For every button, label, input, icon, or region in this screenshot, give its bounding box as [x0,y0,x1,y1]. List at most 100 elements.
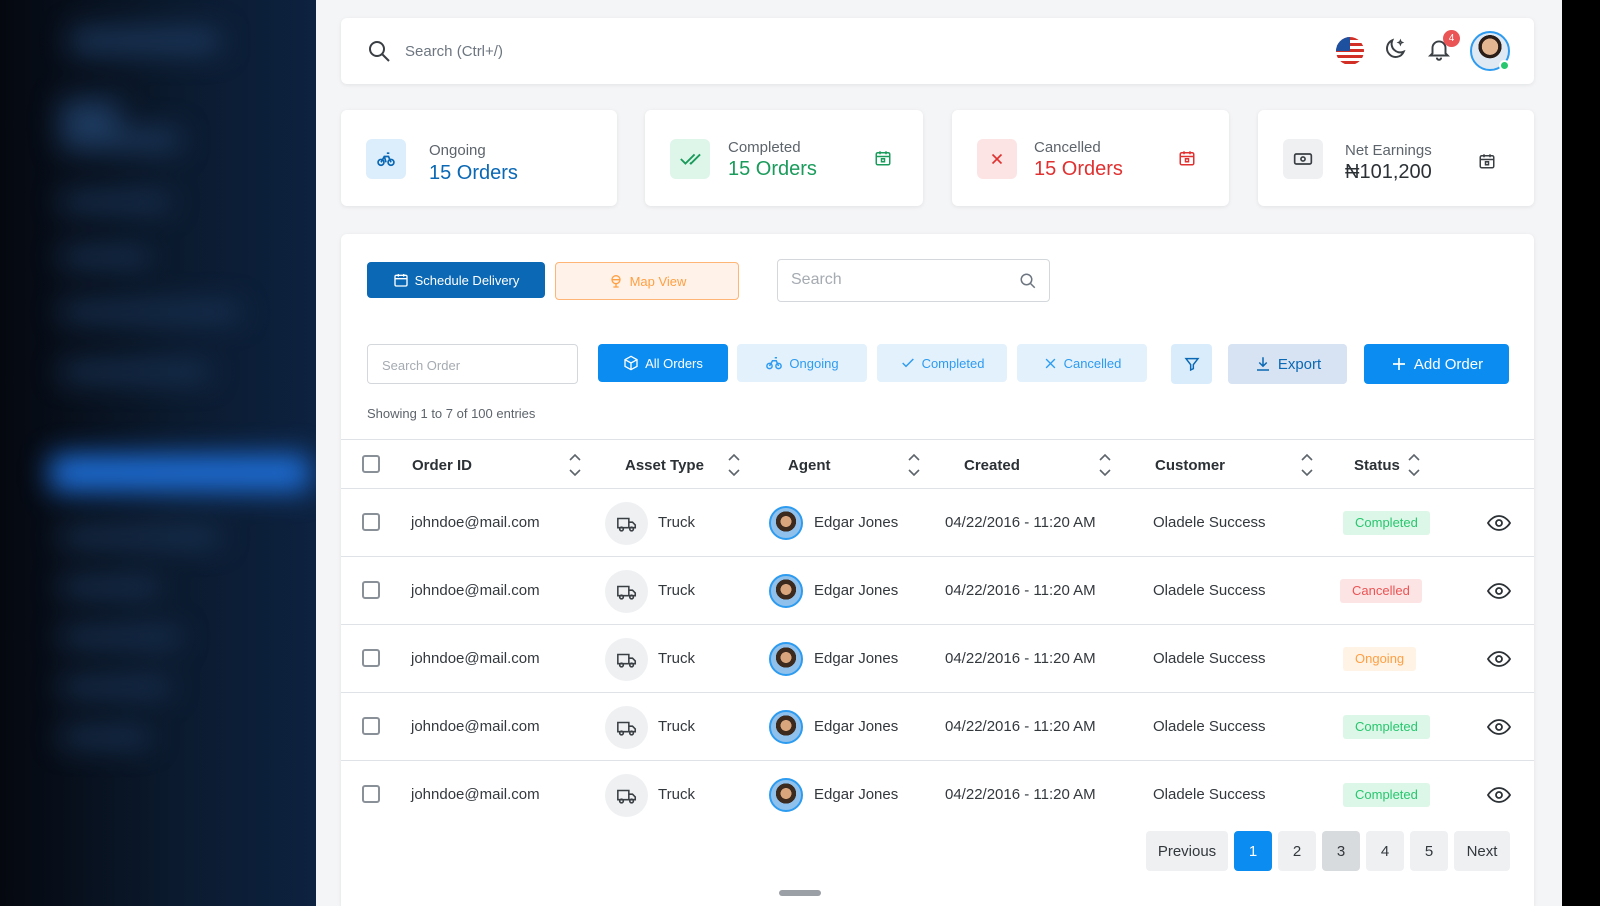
order-search-placeholder: Search Order [382,358,461,373]
pagination-page-5[interactable]: 5 [1410,831,1448,871]
header-order-id[interactable]: Order ID [412,457,472,474]
filter-all-orders[interactable]: All Orders [598,344,728,382]
us-flag-icon[interactable] [1336,37,1364,65]
filter-ongoing[interactable]: Ongoing [737,344,867,382]
sort-icon[interactable] [727,452,741,483]
pagination: Previous 1 2 3 4 5 Next [1146,831,1510,871]
funnel-icon [1184,357,1199,372]
customer-cell: Oladele Success [1153,786,1266,803]
table-row[interactable]: johndoe@mail.com Truck Edgar Jones 04/22… [341,625,1534,693]
orders-table: Order ID Asset Type Agent Created Custom… [341,439,1534,829]
sort-icon[interactable] [1098,452,1112,483]
eye-icon[interactable] [1486,581,1512,606]
notification-badge: 4 [1443,29,1460,47]
calendar-icon[interactable] [874,149,892,172]
pagination-next[interactable]: Next [1454,831,1510,871]
pagination-page-3[interactable]: 3 [1322,831,1360,871]
truck-icon [605,502,648,545]
entries-summary: Showing 1 to 7 of 100 entries [367,406,536,421]
calendar-icon[interactable] [1178,149,1196,172]
agent-avatar [769,710,803,744]
order-search-input[interactable]: Search Order [367,344,578,384]
eye-icon[interactable] [1486,717,1512,742]
row-checkbox[interactable] [362,785,380,803]
add-order-button[interactable]: Add Order [1364,344,1509,384]
stat-value: 15 Orders [429,162,518,184]
customer-cell: Oladele Success [1153,650,1266,667]
eye-icon[interactable] [1486,649,1512,674]
pagination-page-2[interactable]: 2 [1278,831,1316,871]
stat-card-cancelled: Cancelled 15 Orders [952,110,1229,206]
row-checkbox[interactable] [362,717,380,735]
header-agent[interactable]: Agent [788,457,831,474]
header-customer[interactable]: Customer [1155,457,1225,474]
table-row[interactable]: johndoe@mail.com Truck Edgar Jones 04/22… [341,761,1534,829]
globe-icon [610,275,621,288]
header-status[interactable]: Status [1354,457,1400,474]
box-icon [624,355,638,371]
top-bar: Search (Ctrl+/) 4 [341,18,1534,84]
asset-type-cell: Truck [658,786,695,803]
agent-avatar [769,506,803,540]
agent-cell: Edgar Jones [814,718,899,735]
notification-bell-icon[interactable]: 4 [1426,29,1460,67]
panel-search-input[interactable]: Search [777,259,1050,302]
asset-type-cell: Truck [658,650,695,667]
header-asset-type[interactable]: Asset Type [625,457,704,474]
created-cell: 04/22/2016 - 11:20 AM [945,718,1096,735]
select-all-checkbox[interactable] [362,455,380,473]
filter-completed[interactable]: Completed [877,344,1007,382]
export-label: Export [1277,355,1322,373]
table-row[interactable]: johndoe@mail.com Truck Edgar Jones 04/22… [341,557,1534,625]
created-cell: 04/22/2016 - 11:20 AM [945,650,1096,667]
stat-label: Cancelled [1034,139,1101,156]
row-checkbox[interactable] [362,581,380,599]
sort-icon[interactable] [907,452,921,483]
filter-cancelled[interactable]: Cancelled [1017,344,1147,382]
status-badge: Cancelled [1340,579,1422,603]
scroll-handle[interactable] [779,890,821,896]
pagination-previous[interactable]: Previous [1146,831,1228,871]
close-icon [1045,358,1055,368]
status-badge: Completed [1343,783,1430,807]
created-cell: 04/22/2016 - 11:20 AM [945,582,1096,599]
filter-funnel-button[interactable] [1171,344,1212,384]
order-id-cell: johndoe@mail.com [411,786,540,803]
stat-value: ₦101,200 [1345,161,1432,183]
pagination-page-1[interactable]: 1 [1234,831,1272,871]
schedule-delivery-button[interactable]: Schedule Delivery [367,262,545,298]
sidebar [0,0,316,906]
user-avatar[interactable] [1470,31,1510,71]
truck-icon [605,638,648,681]
calendar-icon[interactable] [1478,152,1496,175]
agent-avatar [769,778,803,812]
stat-card-ongoing: Ongoing 15 Orders [341,110,617,206]
online-status-dot [1499,60,1510,71]
row-checkbox[interactable] [362,513,380,531]
map-view-button[interactable]: Map View [555,262,739,300]
double-check-icon [670,139,710,179]
row-checkbox[interactable] [362,649,380,667]
created-cell: 04/22/2016 - 11:20 AM [945,786,1096,803]
sidebar-blurred-content [40,0,310,906]
sort-icon[interactable] [1407,452,1421,483]
export-button[interactable]: Export [1228,344,1347,384]
check-icon [901,358,914,368]
filter-completed-label: Completed [921,355,985,371]
eye-icon[interactable] [1486,785,1512,810]
sort-icon[interactable] [1300,452,1314,483]
eye-icon[interactable] [1486,513,1512,538]
table-row[interactable]: johndoe@mail.com Truck Edgar Jones 04/22… [341,489,1534,557]
table-row[interactable]: johndoe@mail.com Truck Edgar Jones 04/22… [341,693,1534,761]
customer-cell: Oladele Success [1153,718,1266,735]
moon-icon[interactable] [1382,36,1408,67]
agent-avatar [769,574,803,608]
sort-icon[interactable] [568,452,582,483]
search-icon[interactable] [367,39,391,68]
agent-cell: Edgar Jones [814,582,899,599]
orders-panel: Schedule Delivery Map View Search Search… [341,234,1534,906]
header-created[interactable]: Created [964,457,1020,474]
global-search-input[interactable]: Search (Ctrl+/) [405,43,503,60]
pagination-page-4[interactable]: 4 [1366,831,1404,871]
agent-avatar [769,642,803,676]
